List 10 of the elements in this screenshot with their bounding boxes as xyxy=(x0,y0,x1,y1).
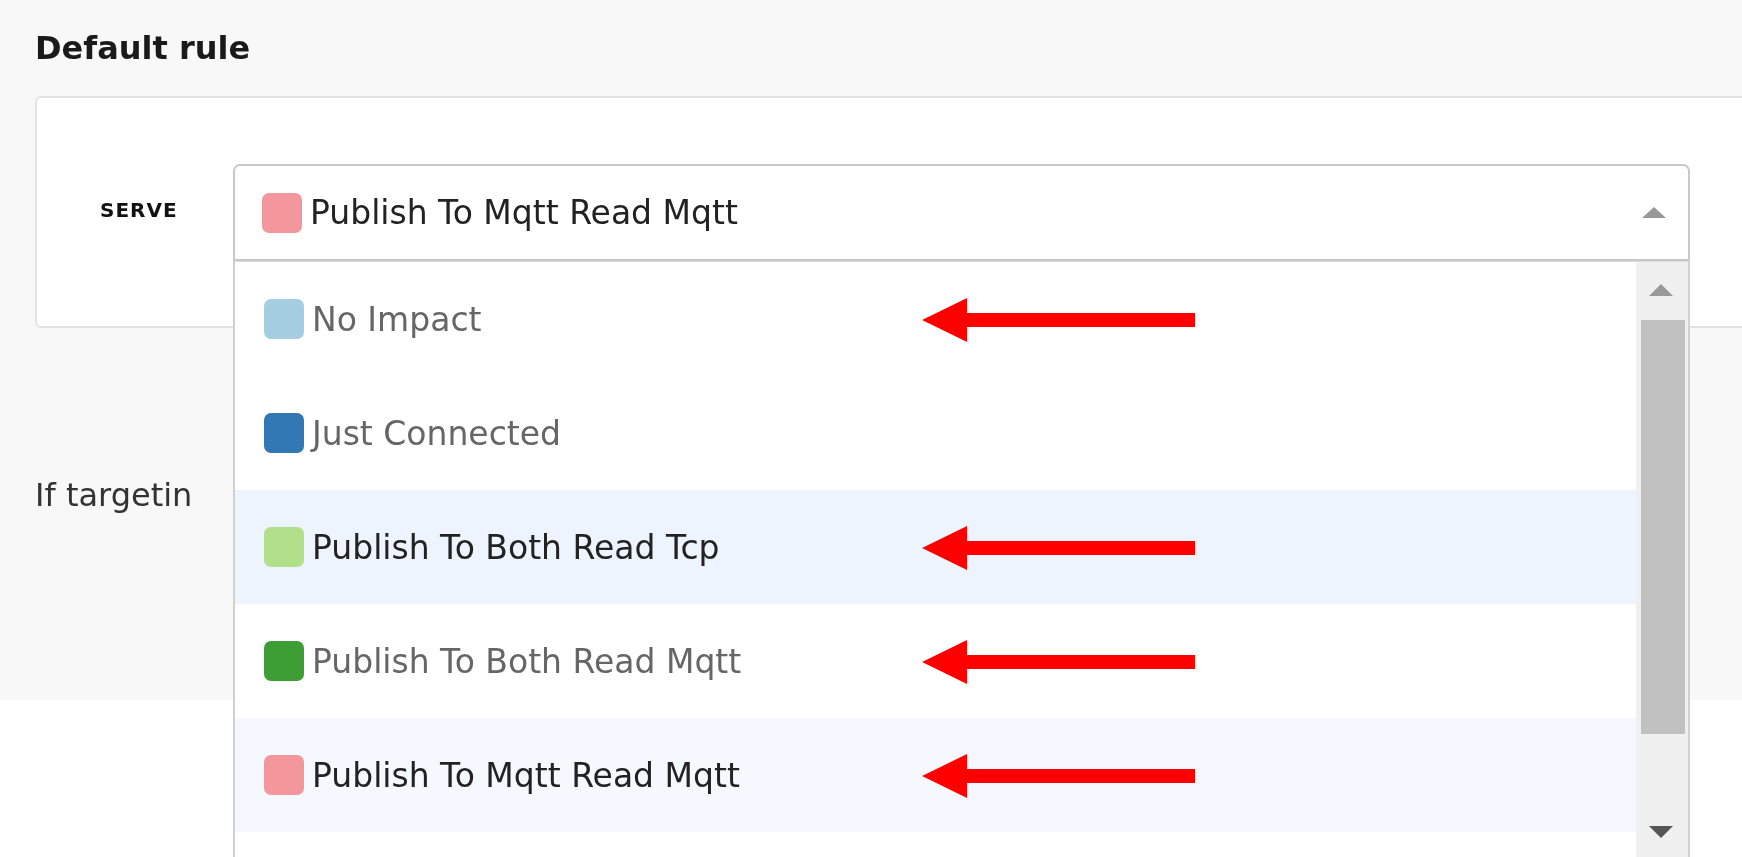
scroll-down-icon[interactable] xyxy=(1649,826,1673,838)
select-field[interactable]: Publish To Mqtt Read Mqtt xyxy=(233,164,1690,261)
scroll-up-icon[interactable] xyxy=(1649,284,1673,296)
dropdown-option[interactable]: Publish To Both Read Tcp xyxy=(235,490,1636,604)
caret-icon xyxy=(1642,207,1666,218)
help-text: If targetin xyxy=(35,476,193,514)
scrollbar-thumb[interactable] xyxy=(1641,320,1685,734)
dropdown-option[interactable]: Publish To Mqtt Read Mqtt xyxy=(235,718,1636,832)
section-title: Default rule xyxy=(35,28,251,69)
field-label: SERVE xyxy=(100,198,179,222)
